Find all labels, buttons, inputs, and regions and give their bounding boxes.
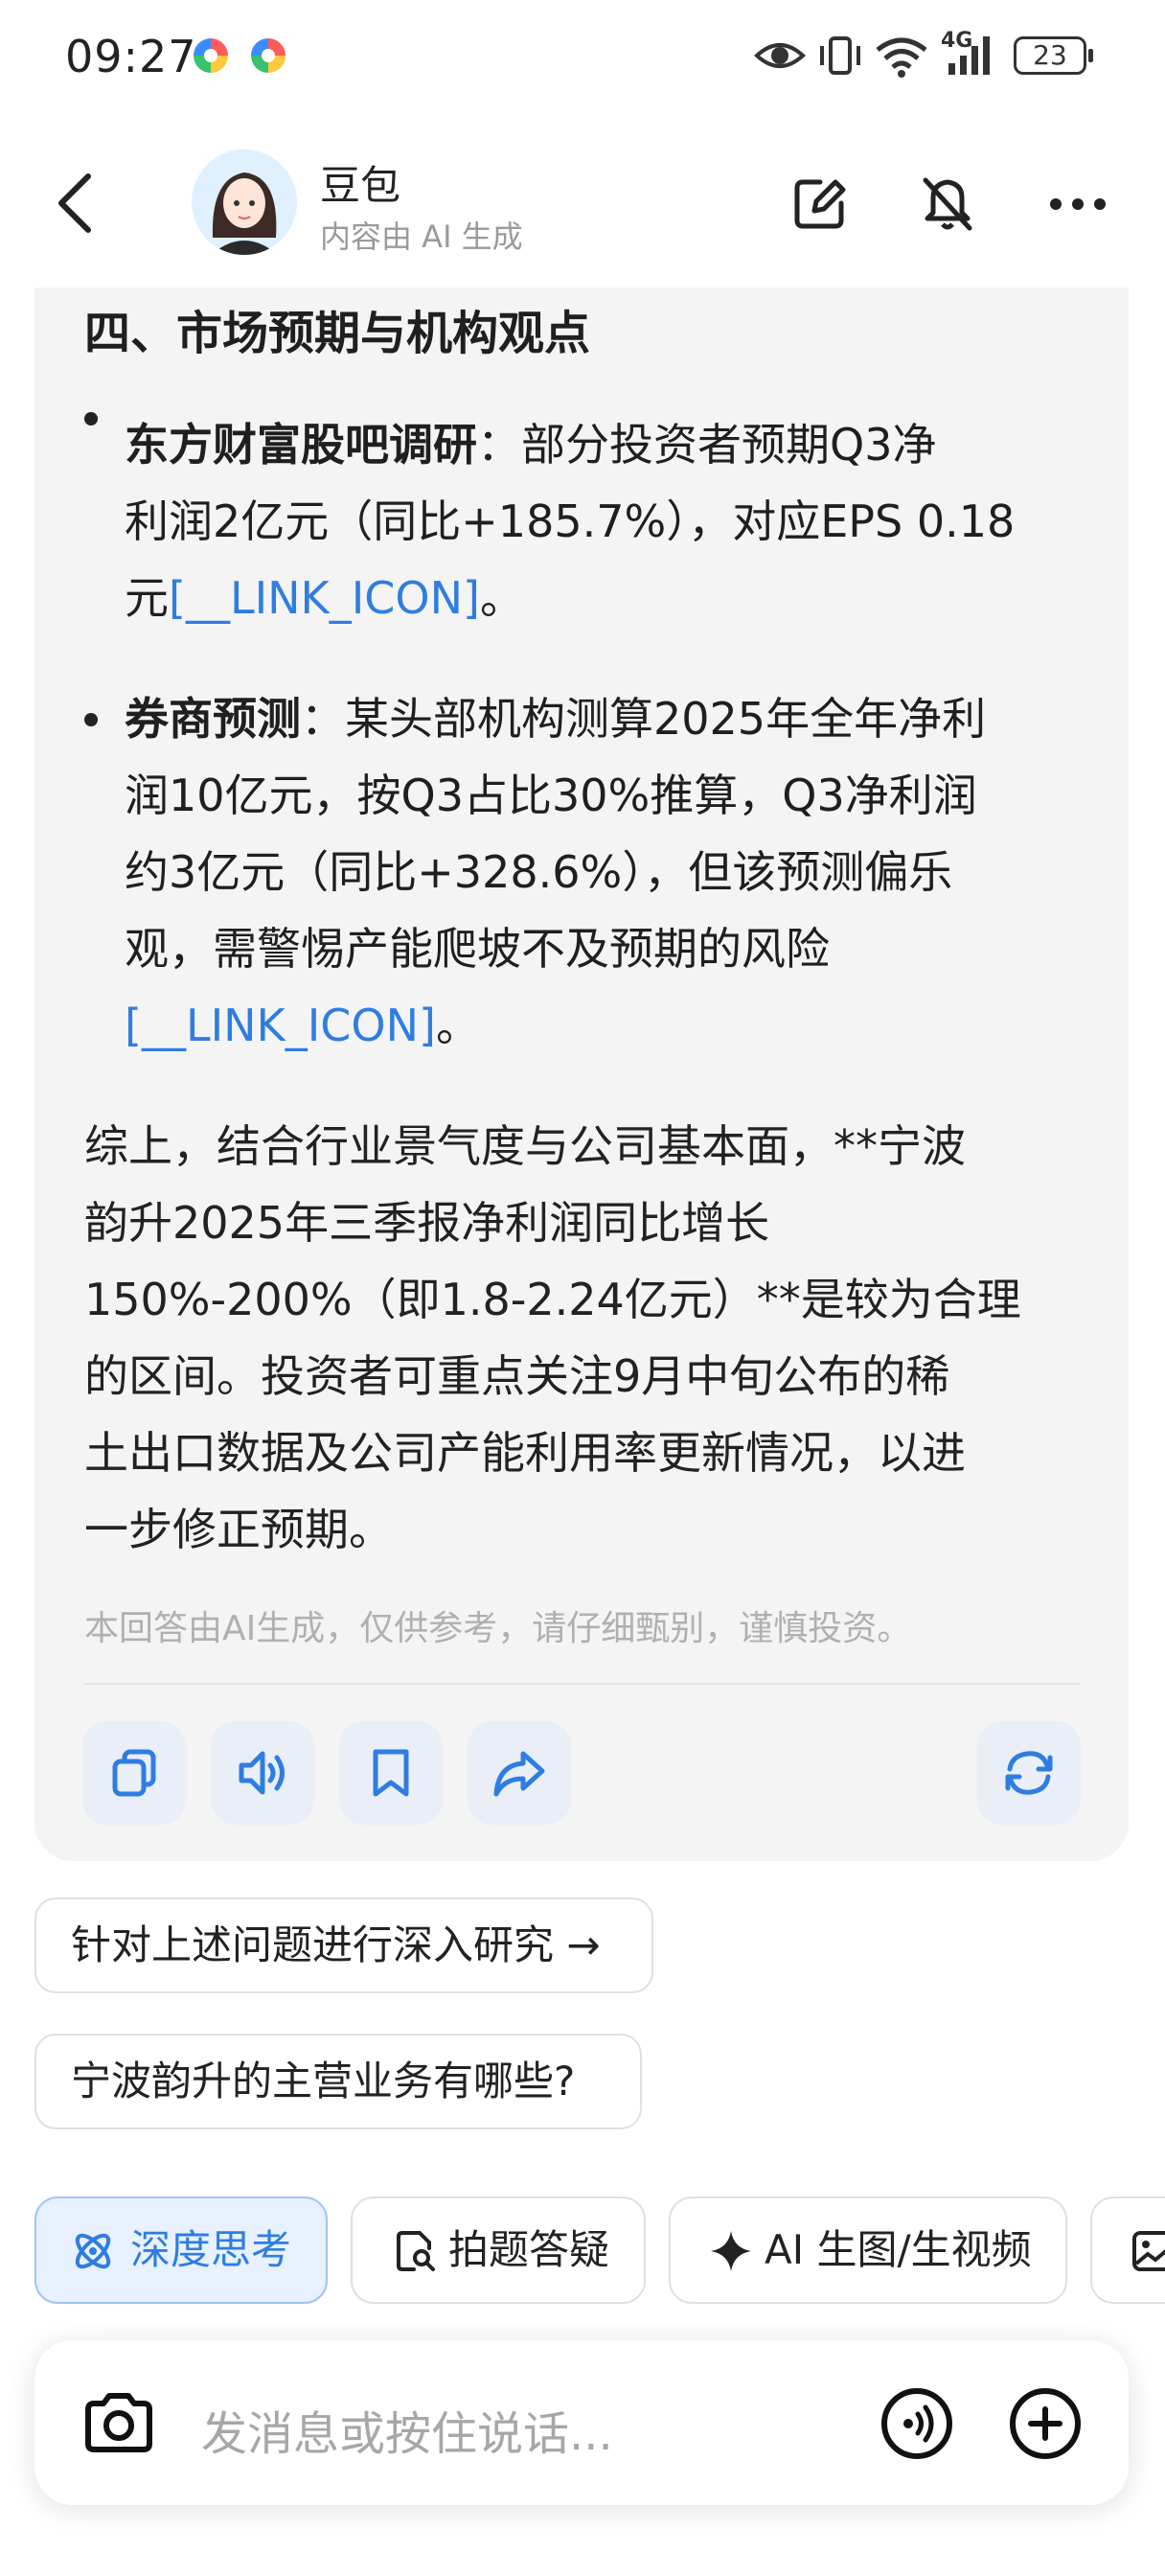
share-icon xyxy=(493,1751,545,1797)
more-icon[interactable] xyxy=(1044,171,1111,238)
speaker-icon xyxy=(239,1751,285,1795)
color-app-icon xyxy=(251,38,286,73)
regenerate-icon xyxy=(1005,1751,1053,1795)
paragraph-line: 土出口数据及公司产能利用率更新情况，以进 xyxy=(84,1427,966,1479)
bullet-line: 观，需警惕产能爬坡不及预期的风险 xyxy=(125,923,830,975)
signal-icon xyxy=(948,36,990,75)
bullet-line: 约3亿元（同比+328.6%），但该预测偏乐 xyxy=(125,846,953,898)
image-icon xyxy=(1132,2231,1165,2271)
edit-icon[interactable] xyxy=(786,171,853,238)
tool-image[interactable] xyxy=(1090,2196,1165,2304)
atom-icon xyxy=(75,2233,111,2269)
copy-icon xyxy=(112,1749,156,1797)
bullet-line: 利润2亿元（同比+185.7%），对应EPS 0.18 xyxy=(125,495,1016,547)
avatar[interactable] xyxy=(192,150,297,255)
mute-icon[interactable] xyxy=(914,171,981,238)
vibrate-icon xyxy=(820,36,860,75)
suggestion-deep-research[interactable]: 针对上述问题进行深入研究 → xyxy=(34,1898,653,1993)
paragraph-line: 的区间。投资者可重点关注9月中旬公布的稀 xyxy=(84,1350,950,1402)
tool-label: AI 生图/生视频 xyxy=(765,2226,1032,2273)
bullet-line: 东方财富股吧调研：部分投资者预期Q3净 xyxy=(125,419,937,471)
section-heading: 四、市场预期与机构观点 xyxy=(84,307,591,360)
tool-label: 深度思考 xyxy=(130,2226,292,2273)
source-link[interactable]: [__LINK_ICON] xyxy=(169,572,480,624)
bookmark-icon xyxy=(373,1749,409,1797)
bullet-dot xyxy=(84,713,98,726)
color-app-icon xyxy=(194,38,228,73)
bullet-label: 东方财富股吧调研 xyxy=(125,419,477,471)
bullet-line: 券商预测：某头部机构测算2025年全年净利 xyxy=(125,693,987,745)
ai-disclaimer: 本回答由AI生成，仅供参考，请仔细甄别，谨慎投资。 xyxy=(84,1609,912,1648)
tool-deep-thinking[interactable]: 深度思考 xyxy=(34,2196,328,2304)
copy-button[interactable] xyxy=(82,1721,186,1825)
paragraph-line: 一步修正预期。 xyxy=(84,1504,393,1555)
back-icon[interactable] xyxy=(48,165,105,242)
bullet-line: [__LINK_ICON]。 xyxy=(125,1000,480,1051)
battery-indicator: 23 xyxy=(1014,36,1093,75)
sparkle-icon xyxy=(711,2231,751,2271)
tool-photo-question[interactable]: 拍题答疑 xyxy=(351,2196,646,2304)
read-aloud-button[interactable] xyxy=(211,1721,314,1825)
bullet-dot xyxy=(84,412,98,426)
eye-icon xyxy=(754,43,806,68)
source-link[interactable]: [__LINK_ICON] xyxy=(125,1000,436,1051)
tool-ai-image-video[interactable]: AI 生图/生视频 xyxy=(669,2196,1067,2304)
plus-icon[interactable] xyxy=(1008,2386,1083,2461)
message-input[interactable]: 发消息或按住说话... xyxy=(201,2396,613,2463)
paragraph-line: 韵升2025年三季报净利润同比增长 xyxy=(84,1197,770,1249)
camera-icon[interactable] xyxy=(80,2388,157,2457)
divider xyxy=(84,1683,1081,1685)
status-time: 09:27 xyxy=(65,31,197,82)
wifi-icon xyxy=(876,37,927,78)
ai-generated-label: 内容由 AI 生成 xyxy=(320,218,523,255)
paragraph-line: 综上，结合行业景气度与公司基本面，**宁波 xyxy=(84,1120,966,1172)
status-bar: 09:27 4G 23 xyxy=(0,0,1165,115)
tool-label: 拍题答疑 xyxy=(448,2226,610,2273)
voice-call-icon[interactable] xyxy=(879,2386,954,2461)
regenerate-button[interactable] xyxy=(977,1721,1081,1825)
photo-search-icon xyxy=(397,2231,435,2271)
bullet-line: 润10亿元，按Q3占比30%推算，Q3净利润 xyxy=(125,770,977,821)
bookmark-button[interactable] xyxy=(339,1721,443,1825)
paragraph-line: 150%-200%（即1.8-2.24亿元）**是较为合理 xyxy=(84,1274,1021,1325)
suggestion-question[interactable]: 宁波韵升的主营业务有哪些? xyxy=(34,2034,642,2129)
bullet-label: 券商预测 xyxy=(125,693,301,745)
share-button[interactable] xyxy=(468,1721,571,1825)
bot-name: 豆包 xyxy=(320,162,401,209)
bullet-line: 元[__LINK_ICON]。 xyxy=(125,572,524,624)
